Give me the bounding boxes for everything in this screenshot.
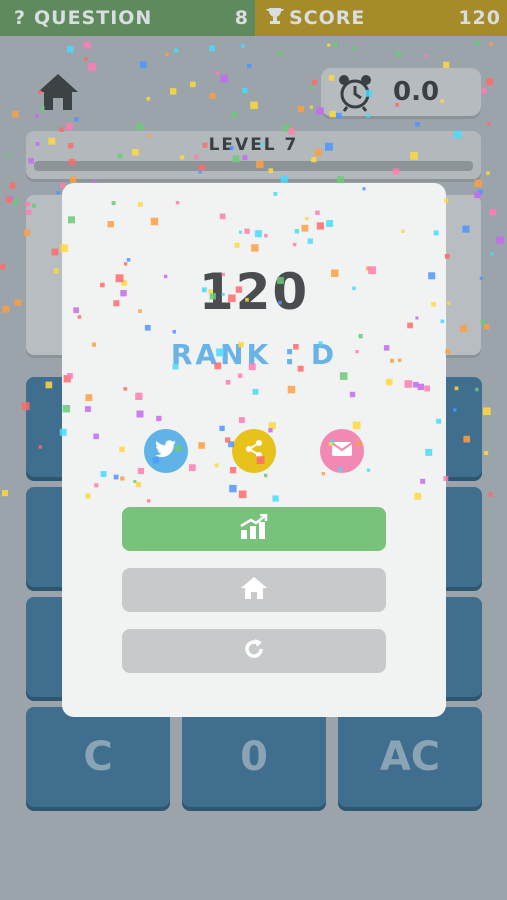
confetti-piece xyxy=(5,196,13,203)
retry-button[interactable] xyxy=(122,629,386,673)
refresh-icon xyxy=(242,637,266,665)
confetti-piece xyxy=(297,105,305,113)
confetti-piece xyxy=(9,182,16,189)
keypad-clear-key[interactable]: C xyxy=(26,707,170,807)
confetti-piece xyxy=(12,111,19,118)
confetti-piece xyxy=(309,105,313,109)
confetti-piece xyxy=(84,57,88,61)
final-score: 120 xyxy=(198,263,310,321)
stats-button[interactable] xyxy=(122,507,386,551)
confetti-piece xyxy=(486,78,494,86)
alarm-clock-icon xyxy=(335,72,375,112)
confetti-piece xyxy=(277,51,282,56)
keypad-all-clear-key[interactable]: AC xyxy=(338,707,482,807)
confetti-piece xyxy=(480,320,486,325)
confetti-piece xyxy=(484,451,489,456)
timer-value: 0.0 xyxy=(393,77,440,107)
confetti-piece xyxy=(190,81,196,88)
confetti-piece xyxy=(312,79,317,85)
confetti-piece xyxy=(35,114,39,118)
confetti-piece xyxy=(209,45,216,52)
envelope-icon xyxy=(331,441,353,461)
home-icon xyxy=(240,576,268,604)
confetti-piece xyxy=(477,189,483,195)
confetti-piece xyxy=(424,54,428,58)
confetti-piece xyxy=(327,43,331,47)
level-progress-track xyxy=(34,161,473,171)
confetti-piece xyxy=(215,70,219,75)
share-icon xyxy=(244,439,264,463)
confetti-piece xyxy=(1,490,8,497)
home-icon[interactable] xyxy=(36,72,80,112)
confetti-piece xyxy=(66,45,74,53)
confetti-piece xyxy=(489,208,497,216)
confetti-piece xyxy=(14,299,22,306)
level-label: LEVEL 7 xyxy=(208,135,299,155)
confetti-piece xyxy=(415,122,420,127)
keypad-zero-key[interactable]: 0 xyxy=(182,707,326,807)
confetti-piece xyxy=(483,407,491,416)
confetti-piece xyxy=(146,96,151,101)
confetti-piece xyxy=(220,74,228,83)
confetti-piece xyxy=(395,51,402,57)
confetti-piece xyxy=(481,88,487,94)
confetti-piece xyxy=(489,42,493,46)
score-value: 120 xyxy=(458,7,501,29)
question-count: 8 xyxy=(234,7,249,29)
confetti-piece xyxy=(165,52,169,56)
home-button[interactable] xyxy=(122,568,386,612)
confetti-piece xyxy=(66,123,73,131)
confetti-piece xyxy=(334,41,339,46)
confetti-piece xyxy=(487,121,491,126)
confetti-piece xyxy=(231,112,237,118)
confetti-piece xyxy=(241,44,245,49)
confetti-piece xyxy=(2,305,10,313)
result-modal: 120 RANK : D xyxy=(62,183,446,717)
score-label: SCORE xyxy=(289,7,366,29)
confetti-piece xyxy=(170,88,177,95)
confetti-piece xyxy=(474,179,482,188)
confetti-piece xyxy=(242,87,248,94)
confetti-piece xyxy=(484,324,490,330)
question-bar: ? QUESTION 8 xyxy=(0,0,255,36)
confetti-piece xyxy=(12,198,19,205)
confetti-piece xyxy=(74,117,79,122)
confetti-piece xyxy=(495,236,504,245)
twitter-share-button[interactable] xyxy=(144,429,188,473)
confetti-piece xyxy=(174,48,179,53)
confetti-piece xyxy=(6,152,11,157)
confetti-piece xyxy=(247,63,252,69)
trophy-icon xyxy=(261,7,289,30)
confetti-piece xyxy=(83,41,91,49)
confetti-piece xyxy=(475,40,480,46)
confetti-piece xyxy=(332,41,338,47)
confetti-piece xyxy=(0,264,6,270)
confetti-piece xyxy=(309,85,314,90)
share-button[interactable] xyxy=(232,429,276,473)
email-share-button[interactable] xyxy=(320,429,364,473)
confetti-piece xyxy=(136,123,144,131)
confetti-piece xyxy=(488,492,493,497)
question-label: QUESTION xyxy=(34,7,153,29)
confetti-piece xyxy=(486,171,490,175)
confetti-piece xyxy=(490,252,494,256)
confetti-piece xyxy=(139,61,147,69)
chart-up-icon xyxy=(239,513,269,544)
rank-label: RANK : D xyxy=(170,338,338,371)
confetti-piece xyxy=(209,92,216,99)
confetti-piece xyxy=(352,46,356,51)
twitter-icon xyxy=(155,440,177,462)
confetti-piece xyxy=(250,101,258,109)
level-panel: LEVEL 7 xyxy=(26,131,481,179)
score-bar: SCORE 120 xyxy=(255,0,507,36)
confetti-piece xyxy=(56,190,60,195)
confetti-piece xyxy=(88,63,96,71)
timer-panel: 0.0 xyxy=(321,68,481,116)
question-icon: ? xyxy=(13,7,27,29)
confetti-piece xyxy=(9,196,14,201)
